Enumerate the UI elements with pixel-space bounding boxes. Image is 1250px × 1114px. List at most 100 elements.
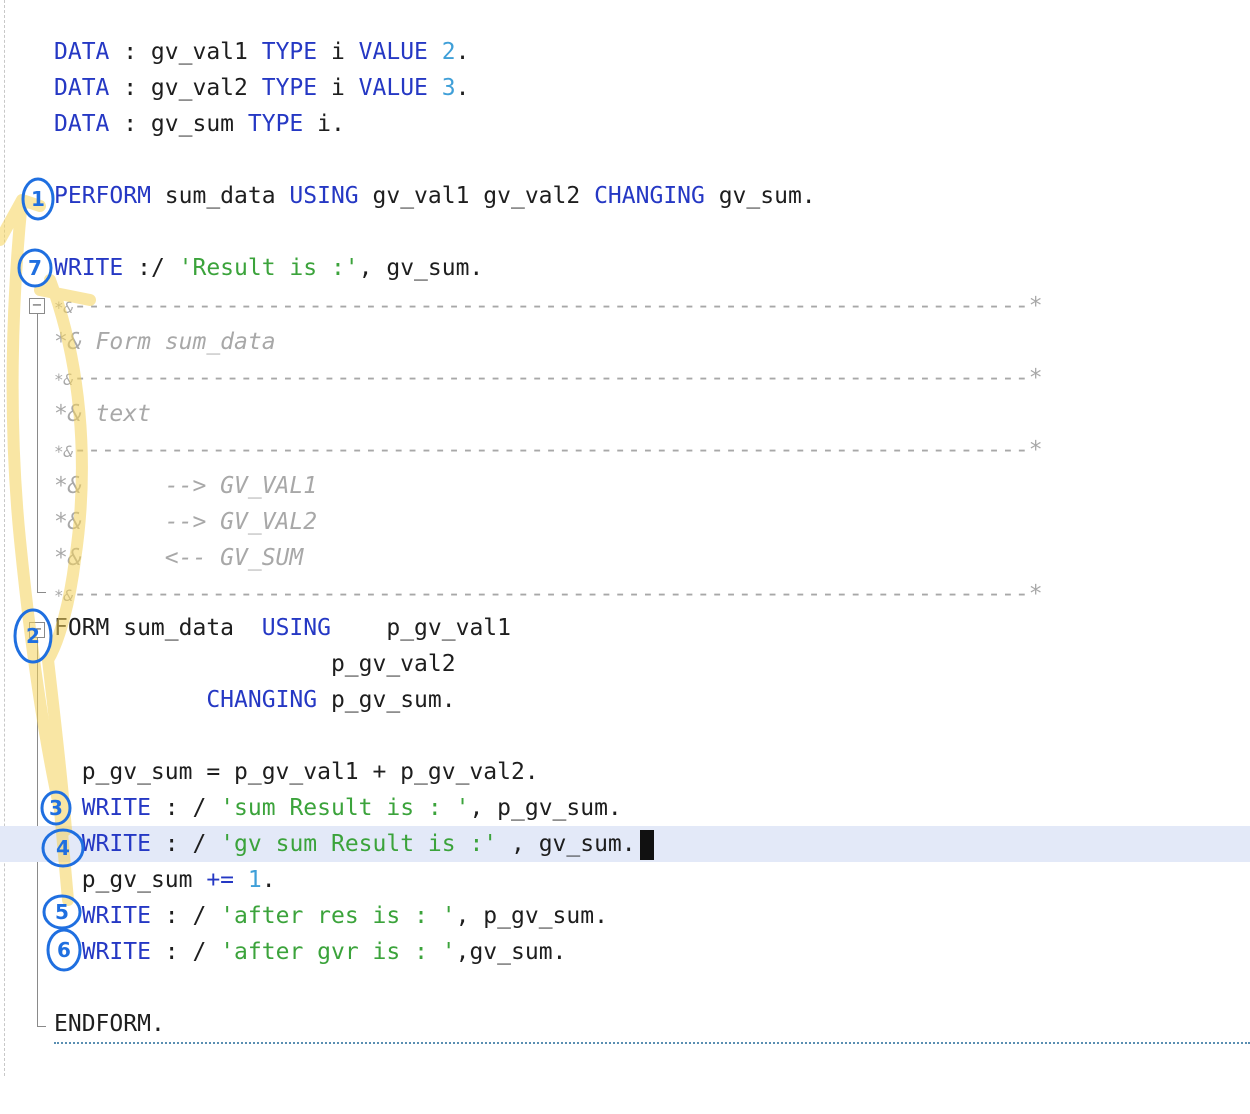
code-line[interactable]: p_gv_sum += 1. [0,862,1250,898]
code-text: :/ [123,255,179,281]
code-text: p_gv_sum [81,867,207,893]
code-line-perform[interactable]: PERFORM sum_data USING gv_val1 gv_val2 C… [0,178,1250,214]
code-line[interactable]: WRITE : / 'after gvr is : ',gv_sum. [0,934,1250,970]
keyword: FORM [54,615,110,641]
code-text: , gv_sum. [497,831,636,857]
keyword: VALUE [358,39,428,65]
keyword: WRITE [81,831,151,857]
comment-line[interactable]: *& --> GV_VAL2 [0,504,1250,540]
code-text: : gv_val1 [109,39,262,65]
comment-marker: *& [54,370,74,389]
text-cursor [639,829,654,860]
comment-line[interactable]: *&--------------------------------------… [0,576,1250,612]
code-text: p_gv_sum. [317,687,456,713]
code-line-form[interactable]: FORM sum_data USING p_gv_val1 [0,610,1250,646]
keyword: WRITE [81,903,151,929]
code-text: sum_data [150,183,290,209]
code-editor[interactable]: DATA : gv_val1 TYPE i VALUE 2. DATA : gv… [0,0,1250,1076]
code-line-endform[interactable]: ENDFORM. [0,1006,1250,1042]
code-text: ,gv_sum. [455,939,567,965]
keyword: TYPE [247,111,304,137]
string-literal: 'gv sum Result is :' [220,831,498,857]
code-line-1[interactable]: DATA : gv_val1 TYPE i VALUE 2. [0,34,1250,70]
code-text: . [150,1011,165,1037]
code-text: , p_gv_sum. [455,903,608,929]
code-text: . [261,867,276,893]
keyword: USING [261,615,331,641]
keyword: WRITE [54,255,124,281]
comment-line[interactable]: *&--------------------------------------… [0,432,1250,468]
end-of-code-rule [54,1042,1250,1044]
code-text: i [317,39,359,65]
string-literal: 'sum Result is : ' [220,795,470,821]
keyword: VALUE [358,75,428,101]
operator: += [206,867,235,893]
code-text: : gv_sum [109,111,248,137]
comment-dashes: ----------------------------------------… [73,365,1043,391]
code-text: p_gv_sum = p_gv_val1 + p_gv_val2. [54,759,539,785]
comment-line[interactable]: *& text [0,396,1250,432]
comment-marker: *& [54,298,74,317]
code-line[interactable]: WRITE : / 'sum Result is : ', p_gv_sum. [0,790,1250,826]
comment-line[interactable]: *& --> GV_VAL1 [0,468,1250,504]
code-text: gv_sum. [704,183,816,209]
comment-line[interactable]: *& <-- GV_SUM [0,540,1250,576]
string-literal: 'after res is : ' [220,903,456,929]
code-line[interactable]: CHANGING p_gv_sum. [0,682,1250,718]
keyword: DATA [54,111,110,137]
code-line[interactable]: p_gv_val2 [0,646,1250,682]
keyword: WRITE [81,939,151,965]
string-literal: 'after gvr is : ' [220,939,456,965]
code-line-2[interactable]: DATA : gv_val2 TYPE i VALUE 3. [0,70,1250,106]
code-line[interactable]: WRITE : / 'after res is : ', p_gv_sum. [0,898,1250,934]
comment-dashes: ----------------------------------------… [73,581,1043,607]
code-text: : / [150,939,221,965]
comment-text: *& Form sum_data [54,329,276,355]
code-text: . [455,39,470,65]
comment-line[interactable]: *&--------------------------------------… [0,288,1250,324]
code-text: i. [303,111,345,137]
comment-dashes: ----------------------------------------… [73,293,1043,319]
keyword: WRITE [81,795,151,821]
code-line[interactable]: p_gv_sum = p_gv_val1 + p_gv_val2. [0,754,1250,790]
code-text: sum_data [109,615,262,641]
comment-text: *& --> GV_VAL1 [54,473,318,499]
code-text: . [455,75,470,101]
code-text: , gv_sum. [358,255,484,281]
code-text: : / [150,903,221,929]
code-text: , p_gv_sum. [469,795,622,821]
comment-line[interactable]: *&--------------------------------------… [0,360,1250,396]
comment-marker: *& [54,442,74,461]
comment-line[interactable]: *& Form sum_data [0,324,1250,360]
code-line-3[interactable]: DATA : gv_sum TYPE i. [0,106,1250,142]
code-text: : / [150,831,221,857]
code-text: : gv_val2 [109,75,262,101]
keyword: DATA [54,39,110,65]
comment-dashes: ----------------------------------------… [73,437,1043,463]
code-line-write-result[interactable]: WRITE :/ 'Result is :', gv_sum. [0,250,1250,286]
keyword: USING [289,183,359,209]
comment-text: *& <-- GV_SUM [54,545,304,571]
keyword: DATA [54,75,110,101]
code-text: i [317,75,359,101]
keyword: TYPE [261,39,318,65]
string-literal: 'Result is :' [178,255,359,281]
comment-text: *& --> GV_VAL2 [54,509,318,535]
keyword: TYPE [261,75,318,101]
number-literal: 1 [247,867,262,893]
code-text: : / [150,795,221,821]
number-literal: 3 [441,75,456,101]
code-line-current[interactable]: WRITE : / 'gv sum Result is :' , gv_sum. [0,826,1250,862]
number-literal: 2 [441,39,456,65]
code-text: p_gv_val2 [54,651,456,677]
keyword: CHANGING [206,687,318,713]
